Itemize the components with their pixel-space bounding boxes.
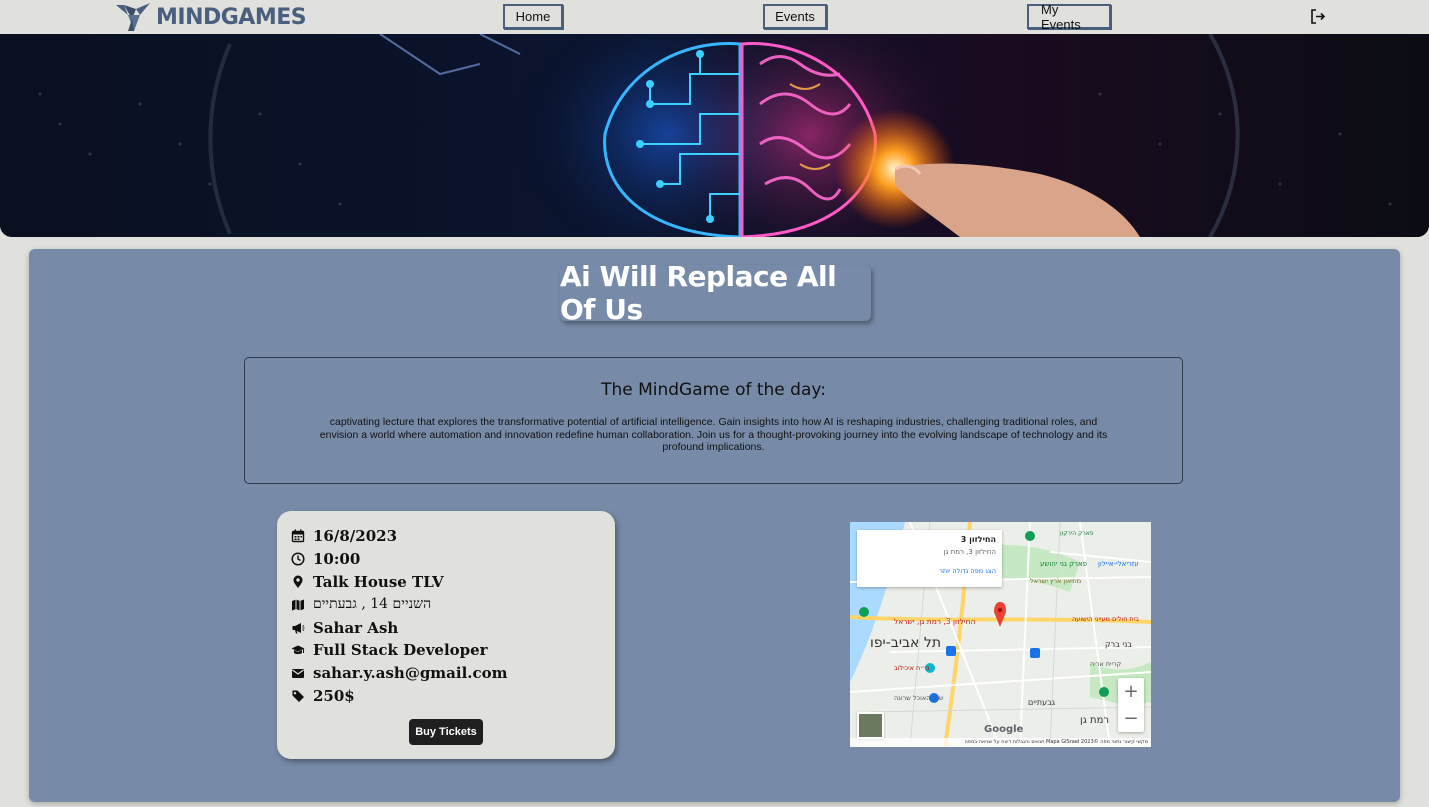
map-footer: מקשי קיצור נתוני מפה ©2023 Mapa GISrael … — [850, 738, 1151, 747]
info-role: Full Stack Developer — [291, 639, 508, 662]
description-heading: The MindGame of the day: — [601, 380, 826, 400]
location-pin-icon — [293, 575, 303, 588]
event-title-box: Ai Will Replace All Of Us — [560, 260, 871, 326]
event-date: 16/8/2023 — [313, 527, 398, 546]
info-time: 10:00 — [291, 548, 508, 571]
marker-label: החילזון 3, רמת גן, ישראל — [894, 617, 976, 626]
event-title: Ai Will Replace All Of Us — [560, 260, 837, 326]
speaker-email[interactable]: sahar.y.ash@gmail.com — [313, 664, 508, 682]
nav-events-button[interactable]: Events — [763, 4, 827, 29]
info-email: sahar.y.ash@gmail.com — [291, 662, 508, 685]
yarkon-label: פארק הירקון — [1060, 530, 1094, 537]
origami-bird-icon — [116, 3, 150, 31]
location-map[interactable]: החילזון 3 החילזון 3, רמת גן הצג מפה גדול… — [850, 522, 1151, 747]
event-venue: Talk House TLV — [313, 572, 444, 591]
clock-icon — [291, 552, 305, 566]
map-info-popup: החילזון 3 החילזון 3, רמת גן הצג מפה גדול… — [857, 530, 1002, 587]
graduation-cap-icon — [291, 645, 305, 655]
city-label: תל אביב-יפו — [870, 635, 942, 651]
map-zoom-controls: + − — [1118, 678, 1144, 732]
bnei-brak-label: בני ברק — [1105, 640, 1132, 649]
info-date: 16/8/2023 — [291, 525, 508, 548]
event-card: Ai Will Replace All Of Us The MindGame o… — [29, 249, 1400, 802]
info-price: 250$ — [291, 685, 508, 708]
ai-brain-illustration — [0, 34, 1429, 237]
map-icon — [292, 599, 304, 611]
navbar: MINDGAMES Home Events My Events — [0, 0, 1429, 34]
museum-label: מוזיאון ארץ ישראל — [1030, 577, 1082, 585]
event-address: השניים 14 , גבעתיים — [313, 596, 432, 613]
calendar-icon — [291, 529, 305, 543]
ayalon-label: עזריאלי-איילון — [1098, 560, 1139, 568]
event-time: 10:00 — [313, 550, 361, 569]
nav-home-button[interactable]: Home — [503, 4, 563, 29]
view-larger-map-link[interactable]: הצג מפה גדולה יותר — [863, 567, 996, 575]
market-label: שוק האוכל שרונה — [894, 694, 944, 702]
logout-icon[interactable] — [1310, 8, 1327, 25]
brand-name: MINDGAMES — [156, 4, 307, 30]
info-venue: Talk House TLV — [291, 571, 508, 594]
event-description-box: The MindGame of the day: captivating lec… — [244, 357, 1183, 484]
megaphone-icon — [292, 622, 305, 634]
kiryat-arye-label: קריית אריה — [1090, 660, 1122, 668]
hospital-2-label: בית חולים מעייני הישועה — [1072, 615, 1139, 623]
event-info-card: 16/8/2023 10:00 Talk House TLV השניים 14… — [277, 511, 615, 759]
zoom-in-button[interactable]: + — [1118, 678, 1144, 705]
satellite-toggle[interactable] — [857, 712, 884, 739]
ramat-gan-label: רמת גן — [1080, 715, 1110, 726]
park-label: פארק גני יהושע — [1040, 560, 1088, 568]
speaker-name: Sahar Ash — [313, 618, 399, 637]
event-price: 250$ — [313, 686, 355, 705]
event-description: captivating lecture that explores the tr… — [319, 416, 1108, 453]
popup-title: החילזון 3 — [960, 535, 996, 544]
google-logo: Google — [984, 724, 1024, 735]
zoom-out-button[interactable]: − — [1118, 705, 1144, 732]
hospital-label: בי״ח איכילוב — [894, 664, 930, 672]
givatayim-label: גבעתיים — [1028, 698, 1056, 707]
price-tag-icon — [292, 690, 304, 702]
nav-my-events-button[interactable]: My Events — [1027, 2, 1111, 32]
envelope-icon — [292, 669, 304, 679]
buy-tickets-button[interactable]: Buy Tickets — [409, 719, 483, 745]
brand-logo[interactable]: MINDGAMES — [114, 1, 307, 33]
info-speaker: Sahar Ash — [291, 616, 508, 639]
hero-banner — [0, 34, 1429, 237]
popup-subtitle: החילזון 3, רמת גן — [943, 548, 996, 556]
info-address: השניים 14 , גבעתיים — [291, 593, 508, 616]
speaker-role: Full Stack Developer — [313, 641, 488, 660]
